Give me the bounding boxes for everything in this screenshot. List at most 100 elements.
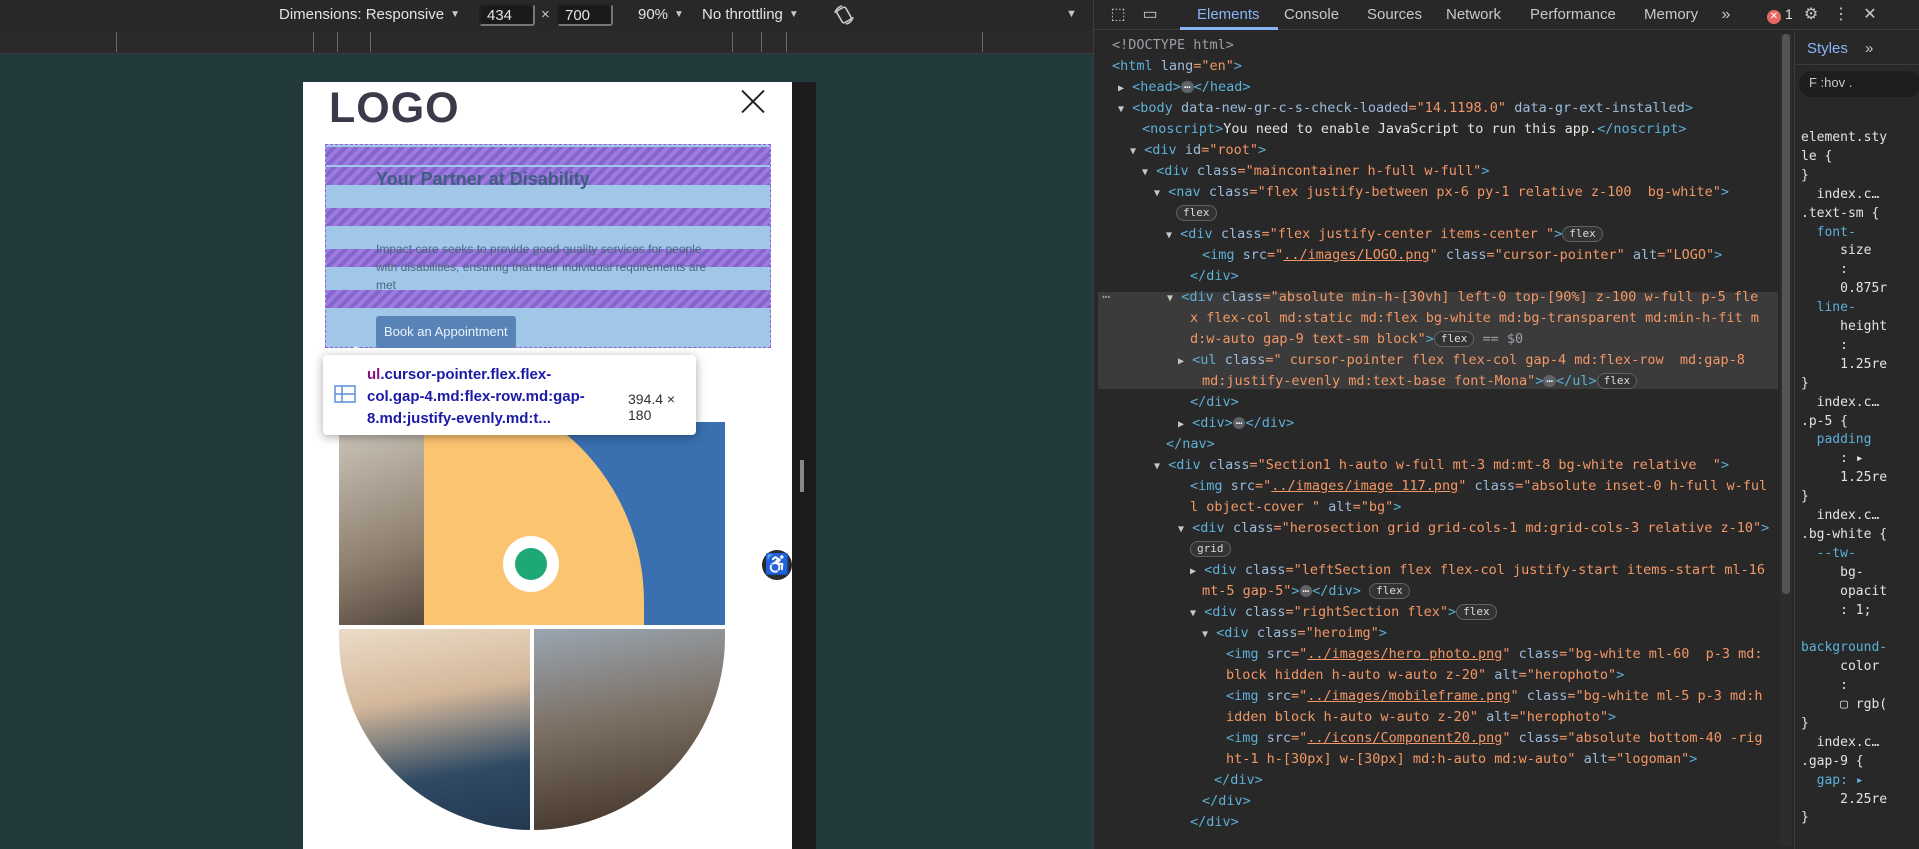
style-rule-line[interactable]: element.sty: [1801, 129, 1887, 147]
dom-line[interactable]: </div>: [1190, 392, 1239, 413]
style-rule-line[interactable]: font-: [1801, 224, 1856, 242]
hero-photo-link[interactable]: ../images/hero photo.png: [1307, 646, 1502, 662]
dom-tree[interactable]: <!DOCTYPE html> <html lang="en"> ▶ <head…: [1094, 31, 1778, 849]
dom-line[interactable]: ▶ <head>… </head>: [1118, 77, 1250, 98]
error-counter[interactable]: ✕ 1: [1767, 6, 1793, 24]
device-toolbar-icon[interactable]: ▭: [1140, 5, 1160, 25]
dom-line[interactable]: l object-cover " alt="bg">: [1190, 497, 1401, 518]
dom-line[interactable]: ▼ <div class="Section1 h-auto w-full mt-…: [1154, 455, 1729, 476]
tab-styles[interactable]: Styles: [1807, 40, 1848, 57]
style-rule-line[interactable]: index.c…: [1801, 394, 1880, 412]
style-rule-line[interactable]: 2.25re: [1801, 791, 1887, 809]
style-rule-line[interactable]: color: [1801, 658, 1879, 676]
dom-line[interactable]: ▶ <div class="leftSection flex flex-col …: [1190, 560, 1765, 581]
dom-line[interactable]: <img src="../images/image 117.png" class…: [1190, 476, 1767, 497]
dom-line[interactable]: </div>: [1190, 812, 1239, 833]
style-rule-line[interactable]: index.c…: [1801, 507, 1880, 525]
tab-network[interactable]: Network: [1446, 6, 1501, 23]
dom-line[interactable]: idden block h-auto w-auto z-20" alt="her…: [1226, 707, 1616, 728]
height-input[interactable]: [557, 4, 613, 26]
book-appointment-button[interactable]: Book an Appointment: [376, 316, 516, 348]
media-query-ruler[interactable]: [0, 30, 1093, 54]
flex-badge[interactable]: flex: [1596, 373, 1638, 389]
style-rule-line[interactable]: height: [1801, 318, 1887, 336]
dom-line[interactable]: </div>: [1190, 266, 1239, 287]
close-devtools-icon[interactable]: ✕: [1860, 5, 1880, 25]
inspect-element-icon[interactable]: ⬚: [1108, 5, 1128, 25]
kebab-menu-icon[interactable]: ⋮: [1831, 5, 1851, 25]
bg-image-link[interactable]: ../images/image 117.png: [1271, 478, 1458, 494]
dom-line[interactable]: <img src="../icons/Component20.png" clas…: [1226, 728, 1763, 749]
style-rule-line[interactable]: index.c…: [1801, 734, 1880, 752]
dom-line[interactable]: ▼ <div id="root">: [1130, 140, 1266, 161]
tab-elements[interactable]: Elements: [1197, 6, 1260, 23]
styles-filter-input[interactable]: F :hov .: [1799, 71, 1919, 97]
dom-line-selected[interactable]: x flex-col md:static md:flex bg-white md…: [1190, 308, 1759, 329]
flex-badge[interactable]: flex: [1562, 226, 1603, 242]
dom-tree-scrollbar[interactable]: [1780, 34, 1792, 846]
dom-line[interactable]: <html lang="en">: [1112, 56, 1242, 77]
style-rule-line[interactable]: }: [1801, 375, 1809, 393]
tab-memory[interactable]: Memory: [1644, 6, 1698, 23]
logo-src-link[interactable]: ../images/LOGO.png: [1283, 247, 1429, 263]
style-rule-line[interactable]: .bg-white {: [1801, 526, 1887, 544]
throttling-dropdown[interactable]: No throttling ▼: [702, 6, 799, 23]
dom-line[interactable]: ▼ <nav class="flex justify-between px-6 …: [1154, 182, 1729, 203]
style-rule-line[interactable]: gap: ▸: [1801, 772, 1864, 790]
device-viewport[interactable]: LOGO ♿ Your Partner at Disability Impact…: [303, 82, 792, 849]
flex-badge[interactable]: flex: [1433, 331, 1475, 347]
flex-badge[interactable]: flex: [1176, 205, 1217, 221]
rotate-icon[interactable]: [832, 3, 856, 27]
zoom-dropdown[interactable]: 90% ▼: [638, 6, 684, 23]
style-rule-line[interactable]: .p-5 {: [1801, 413, 1848, 431]
style-rule-line[interactable]: : ▸: [1801, 450, 1864, 468]
width-input[interactable]: [479, 4, 535, 26]
tab-console[interactable]: Console: [1284, 6, 1339, 23]
more-panels-icon[interactable]: »: [1865, 40, 1873, 57]
style-rule-line[interactable]: }: [1801, 167, 1809, 185]
accessibility-icon[interactable]: ♿: [762, 550, 792, 580]
style-rule-line[interactable]: 0.875r: [1801, 280, 1887, 298]
style-rule-line[interactable]: opacit: [1801, 583, 1887, 601]
dom-line[interactable]: </div>: [1202, 791, 1251, 812]
style-rule-line[interactable]: line-: [1801, 299, 1856, 317]
dom-line[interactable]: ▼ <body data-new-gr-c-s-check-loaded="14…: [1118, 98, 1693, 119]
style-rule-line[interactable]: .gap-9 {: [1801, 753, 1864, 771]
dom-line-selected[interactable]: ▶ <ul class=" cursor-pointer flex flex-c…: [1178, 350, 1745, 371]
tab-performance[interactable]: Performance: [1530, 6, 1616, 23]
dom-line-selected[interactable]: md:justify-evenly md:text-base font-Mona…: [1202, 371, 1638, 392]
tab-sources[interactable]: Sources: [1367, 6, 1422, 23]
dom-line[interactable]: <noscript>You need to enable JavaScript …: [1142, 119, 1687, 140]
style-rule-line[interactable]: :: [1801, 337, 1848, 355]
style-rule-line[interactable]: }: [1801, 715, 1809, 733]
dom-line[interactable]: <img src="../images/mobileframe.png" cla…: [1226, 686, 1763, 707]
style-rule-line[interactable]: }: [1801, 488, 1809, 506]
dom-line-selected[interactable]: ⋯ ▼ <div class="absolute min-h-[30vh] le…: [1102, 287, 1758, 308]
dom-line[interactable]: <img src="../images/LOGO.png" class="cur…: [1202, 245, 1722, 266]
style-rule-line[interactable]: le {: [1801, 148, 1832, 166]
scrollbar-thumb[interactable]: [1782, 34, 1790, 594]
dom-line[interactable]: ▼ <div class="herosection grid grid-cols…: [1178, 518, 1769, 539]
dom-line-selected[interactable]: d:w-auto gap-9 text-sm block"> flex == $0: [1190, 329, 1523, 350]
style-rule-line[interactable]: :: [1801, 677, 1848, 695]
style-rule-line[interactable]: background-: [1801, 639, 1887, 657]
resize-handle[interactable]: [800, 460, 804, 492]
style-rule-line[interactable]: :: [1801, 261, 1848, 279]
more-options-icon[interactable]: ▼: [1066, 8, 1077, 20]
flex-badge[interactable]: flex: [1456, 604, 1497, 620]
style-rule-line[interactable]: .text-sm {: [1801, 205, 1879, 223]
dom-line[interactable]: block hidden h-auto w-auto z-20" alt="he…: [1226, 665, 1624, 686]
dom-line[interactable]: mt-5 gap-5">… </div> flex: [1202, 581, 1410, 602]
settings-gear-icon[interactable]: ⚙: [1801, 5, 1821, 25]
site-logo[interactable]: LOGO: [329, 84, 460, 133]
close-menu-icon[interactable]: [739, 88, 767, 116]
style-rule-line[interactable]: }: [1801, 809, 1809, 827]
style-rule-line[interactable]: bg-: [1801, 564, 1864, 582]
dom-line[interactable]: ▼ <div class="maincontainer h-full w-ful…: [1142, 161, 1489, 182]
dom-line[interactable]: ▼ <div class="heroimg">: [1202, 623, 1387, 644]
style-rule-line[interactable]: ▢ rgb(: [1801, 696, 1887, 714]
style-rule-line[interactable]: size: [1801, 242, 1871, 260]
dom-line[interactable]: </div>: [1214, 770, 1263, 791]
mobileframe-link[interactable]: ../images/mobileframe.png: [1307, 688, 1510, 704]
dom-line[interactable]: ht-1 h-[30px] w-[30px] md:h-auto md:w-au…: [1226, 749, 1697, 770]
